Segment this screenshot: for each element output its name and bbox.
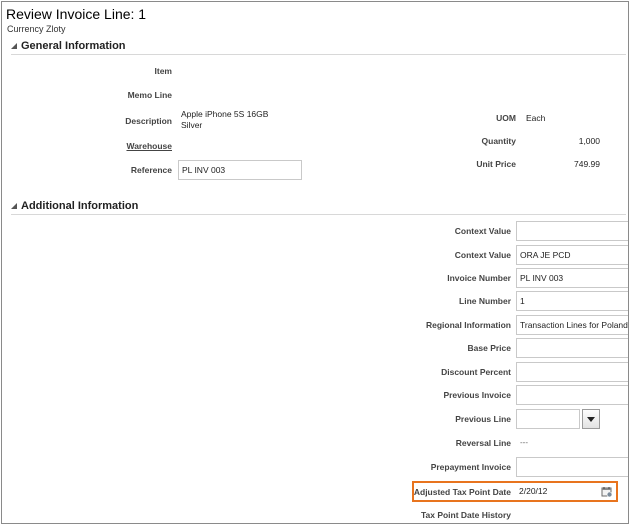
reversal-line-label: Reversal Line (455, 438, 511, 448)
uom-label: UOM (496, 113, 516, 123)
invoice-number-label: Invoice Number (447, 273, 511, 283)
currency-label: Currency Zloty (7, 24, 66, 34)
context-value-label: Context Value (454, 250, 511, 260)
description-value-line2: Silver (181, 120, 203, 130)
general-information-header[interactable]: General Information (11, 40, 126, 52)
previous-invoice-label: Previous Invoice (443, 390, 511, 400)
section-divider (11, 214, 626, 215)
additional-information-title: Additional Information (21, 200, 139, 212)
previous-line-select[interactable] (516, 409, 580, 429)
warehouse-link[interactable]: Warehouse (126, 141, 172, 151)
item-label: Item (154, 66, 172, 76)
description-label: Description (125, 116, 172, 126)
context-value-input-2[interactable]: ORA JE PCD (516, 245, 628, 265)
additional-information-header[interactable]: Additional Information (11, 200, 138, 212)
unit-price-value: 749.99 (574, 159, 600, 169)
memo-line-label: Memo Line (127, 90, 172, 100)
unit-price-label: Unit Price (476, 159, 516, 169)
context-value-input-1[interactable] (516, 221, 628, 241)
triangle-expanded-icon (11, 203, 17, 209)
regional-information-input[interactable]: Transaction Lines for Poland (516, 315, 628, 335)
base-price-input[interactable] (516, 338, 628, 358)
chevron-down-icon (587, 416, 595, 422)
triangle-expanded-icon (11, 43, 17, 49)
context-value-label: Context Value (454, 226, 511, 236)
reference-input[interactable]: PL INV 003 (178, 160, 302, 180)
invoice-number-input[interactable]: PL INV 003 (516, 268, 628, 288)
adjusted-tax-point-date-label: Adjusted Tax Point Date (413, 487, 511, 497)
regional-information-label: Regional Information (426, 320, 511, 330)
review-invoice-line-window: Review Invoice Line: 1 Currency Zloty Ge… (1, 1, 629, 524)
prepayment-invoice-input[interactable] (516, 457, 628, 477)
discount-percent-input[interactable] (516, 362, 628, 382)
previous-invoice-input[interactable] (516, 385, 628, 405)
uom-value: Each (526, 113, 546, 123)
general-information-title: General Information (21, 40, 126, 52)
previous-line-dropdown-button[interactable] (582, 409, 600, 429)
page-title: Review Invoice Line: 1 (6, 6, 147, 22)
description-value-line1: Apple iPhone 5S 16GB (181, 109, 269, 119)
base-price-label: Base Price (467, 343, 511, 353)
discount-percent-label: Discount Percent (441, 367, 511, 377)
section-divider (11, 54, 626, 55)
quantity-label: Quantity (481, 136, 516, 146)
reversal-line-value: --- (520, 438, 528, 447)
reference-label: Reference (130, 165, 172, 175)
quantity-value: 1,000 (578, 136, 600, 146)
line-number-input[interactable]: 1 (516, 291, 628, 311)
previous-line-label: Previous Line (455, 414, 511, 424)
calendar-icon[interactable] (601, 485, 613, 498)
prepayment-invoice-label: Prepayment Invoice (430, 462, 511, 472)
line-number-label: Line Number (459, 296, 511, 306)
tax-point-date-history-label: Tax Point Date History (420, 510, 511, 520)
